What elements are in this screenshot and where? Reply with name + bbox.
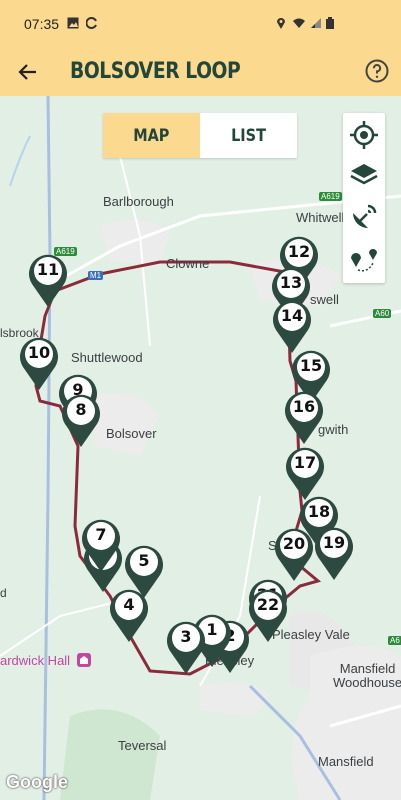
- place-creswell: swell: [310, 292, 339, 307]
- route-marker-label: 8: [75, 400, 87, 419]
- route-marker-label: 12: [287, 242, 311, 261]
- route-marker-8[interactable]: 8: [60, 391, 102, 449]
- route-marker-label: 10: [27, 343, 51, 362]
- route-map[interactable]: Barlborough Clowne Whitwell swell lsbroo…: [0, 96, 401, 800]
- route-marker-label: 7: [95, 525, 107, 544]
- place-teversal: Teversal: [118, 738, 167, 753]
- place-whitwell: Whitwell: [296, 210, 345, 225]
- route-marker-label: 19: [322, 533, 346, 552]
- back-arrow-icon[interactable]: [14, 58, 42, 86]
- view-toggle: MAP LIST: [103, 113, 297, 158]
- route-marker-label: 15: [299, 356, 323, 375]
- signal-icon: [311, 18, 321, 28]
- route-marker-label: 5: [138, 551, 150, 570]
- route-marker-10[interactable]: 10: [18, 334, 60, 392]
- route-marker-5[interactable]: 5: [123, 542, 165, 600]
- satellite-dish-icon[interactable]: [348, 201, 380, 233]
- route-marker-22[interactable]: 22: [247, 586, 289, 644]
- help-icon[interactable]: [364, 58, 390, 84]
- route-marker-16[interactable]: 16: [283, 388, 325, 446]
- battery-icon: [326, 17, 334, 29]
- status-time: 07:35: [24, 16, 60, 32]
- route-points-icon[interactable]: [348, 243, 380, 275]
- page-title: BOLSOVER LOOP: [70, 59, 241, 84]
- place-shuttlewood: Shuttlewood: [71, 350, 143, 365]
- layers-icon[interactable]: [348, 159, 380, 191]
- place-mansfield: Mansfield: [318, 754, 374, 769]
- place-d-edge: d: [0, 586, 7, 600]
- route-marker-11[interactable]: 11: [27, 251, 69, 309]
- map-tools: [343, 113, 385, 283]
- route-marker-label: 13: [279, 273, 303, 292]
- wifi-icon: [293, 18, 305, 28]
- route-marker-label: 18: [307, 502, 331, 521]
- my-location-icon[interactable]: [348, 119, 380, 151]
- route-marker-7[interactable]: 7: [80, 516, 122, 574]
- route-marker-label: 20: [282, 534, 306, 553]
- road-shield-a619: A619: [319, 192, 342, 201]
- road-shield-a60: A60: [373, 309, 392, 318]
- route-marker-20[interactable]: 20: [273, 525, 315, 583]
- route-marker-label: 17: [293, 453, 317, 472]
- place-clowne: Clowne: [166, 256, 210, 271]
- tab-map[interactable]: MAP: [103, 113, 200, 158]
- place-bolsover: Bolsover: [106, 426, 157, 441]
- tab-list[interactable]: LIST: [200, 113, 297, 158]
- photo-icon: [67, 17, 79, 29]
- route-marker-label: 14: [280, 306, 304, 325]
- place-barlborough: Barlborough: [103, 194, 174, 209]
- place-hardwick-hall: ardwick Hall: [0, 653, 71, 668]
- sync-icon: [86, 17, 97, 29]
- location-icon: [277, 18, 285, 29]
- app-bar: BOLSOVER LOOP: [0, 48, 401, 96]
- google-logo: Google: [6, 772, 68, 792]
- route-marker-label: 22: [256, 595, 280, 614]
- route-marker-label: 11: [36, 260, 60, 279]
- road-shield-a6: A6: [388, 636, 401, 645]
- route-marker-3[interactable]: 3: [165, 618, 207, 676]
- route-marker-label: 16: [292, 397, 316, 416]
- route-marker-label: 3: [180, 627, 192, 646]
- route-marker-19[interactable]: 19: [313, 524, 355, 582]
- status-bar: 07:35: [0, 0, 401, 48]
- road-shield-m1: M1: [88, 271, 104, 280]
- place-mansfield-woodhouse: Mansfield Woodhouse: [333, 661, 401, 690]
- landmark-icon: [77, 653, 91, 667]
